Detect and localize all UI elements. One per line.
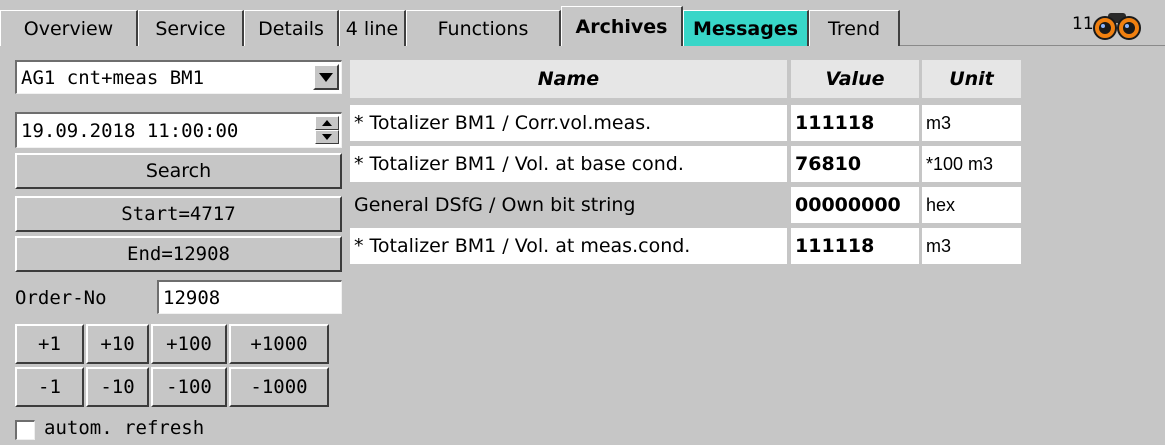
plus-1-button[interactable]: +1 [15,324,84,364]
column-header-name: Name [350,60,787,98]
tab-trend[interactable]: Trend [809,10,900,46]
button-label: -100 [166,376,212,398]
table-cell-unit[interactable]: *100 m3 [922,146,1021,182]
table-cell-name[interactable]: * Totalizer BM1 / Vol. at meas.cond. [350,228,787,264]
cell-text: *100 m3 [926,153,994,174]
button-label: +1 [38,333,61,355]
datetime-spinner[interactable] [315,116,339,144]
tab-label: Trend [828,17,880,40]
minus-10-button[interactable]: -10 [86,367,149,407]
plus-100-button[interactable]: +100 [151,324,227,364]
minus-100-button[interactable]: -100 [151,367,227,407]
table-cell-unit[interactable]: hex [922,187,1021,223]
tab-archives[interactable]: Archives [561,6,683,46]
order-no-value: 12908 [163,286,221,309]
table-cell-value[interactable]: 76810 [791,146,919,182]
column-header-value: Value [791,60,919,98]
plus-10-button[interactable]: +10 [86,324,149,364]
archive-select[interactable]: AG1 cnt+meas BM1 [15,60,342,94]
plus-1000-button[interactable]: +1000 [229,324,329,364]
tab-bar: Overview Service Details 4 line Function… [0,0,1165,46]
table-cell-name[interactable]: * Totalizer BM1 / Vol. at base cond. [350,146,787,182]
header-label: Name [537,68,600,90]
order-no-field[interactable]: 12908 [157,280,342,314]
tab-functions[interactable]: Functions [406,10,561,46]
tab-label: Overview [23,17,114,40]
spin-up-icon[interactable] [315,116,339,130]
order-no-label: Order-No [15,287,107,309]
button-label: -1000 [250,376,308,398]
minus-1000-button[interactable]: -1000 [229,367,329,407]
table-cell-value[interactable]: 00000000 [791,187,919,223]
cell-text: * Totalizer BM1 / Corr.vol.meas. [354,112,652,134]
end-button-label: End=12908 [127,243,230,265]
spin-down-icon[interactable] [315,130,339,144]
cell-text: 00000000 [795,194,901,216]
cell-text: hex [926,194,956,215]
table-cell-value[interactable]: 111118 [791,228,919,264]
table-cell-value[interactable]: 111118 [791,105,919,141]
column-header-unit: Unit [922,60,1021,98]
datetime-value: 19.09.2018 11:00:00 [21,119,239,142]
table-cell-name[interactable]: * Totalizer BM1 / Corr.vol.meas. [350,105,787,141]
cell-text: m3 [926,112,952,133]
tab-service[interactable]: Service [138,10,244,46]
cell-text: 111118 [795,235,875,257]
cell-text: 111118 [795,112,875,134]
button-label: +100 [166,333,212,355]
button-label: +10 [100,333,135,355]
tab-label: 4 line [345,17,399,40]
button-label: -10 [100,376,135,398]
tab-label: Messages [692,17,799,40]
tab-messages[interactable]: Messages [683,10,809,46]
cell-text: 76810 [795,153,862,175]
datetime-field[interactable]: 19.09.2018 11:00:00 [15,112,342,148]
auto-refresh-label: autom. refresh [44,417,205,439]
archive-select-value: AG1 cnt+meas BM1 [21,66,205,89]
table-cell-unit[interactable]: m3 [922,105,1021,141]
tab-label: Archives [575,15,668,38]
start-button[interactable]: Start=4717 [15,196,342,232]
tab-label: Service [155,17,226,40]
auto-refresh-checkbox[interactable] [15,420,35,440]
table-cell-name[interactable]: General DSfG / Own bit string [350,187,787,223]
search-button[interactable]: Search [15,153,342,189]
cell-text: * Totalizer BM1 / Vol. at meas.cond. [354,235,691,257]
tab-label: Functions [437,17,529,40]
tab-details[interactable]: Details [244,10,339,46]
header-label: Unit [949,68,994,90]
tab-label: Details [258,17,324,40]
end-button[interactable]: End=12908 [15,236,342,272]
button-label: -1 [38,376,61,398]
dropdown-arrow-icon[interactable] [313,64,339,90]
cell-text: * Totalizer BM1 / Vol. at base cond. [354,153,684,175]
tab-4-line[interactable]: 4 line [339,10,406,46]
cell-text: General DSfG / Own bit string [354,194,636,216]
tab-overview[interactable]: Overview [0,10,138,46]
header-label: Value [825,68,885,90]
start-button-label: Start=4717 [121,203,236,225]
table-cell-unit[interactable]: m3 [922,228,1021,264]
minus-1-button[interactable]: -1 [15,367,84,407]
binoculars-icon[interactable] [1093,9,1141,46]
search-button-label: Search [145,160,212,182]
button-label: +1000 [250,333,308,355]
cell-text: m3 [926,235,952,256]
